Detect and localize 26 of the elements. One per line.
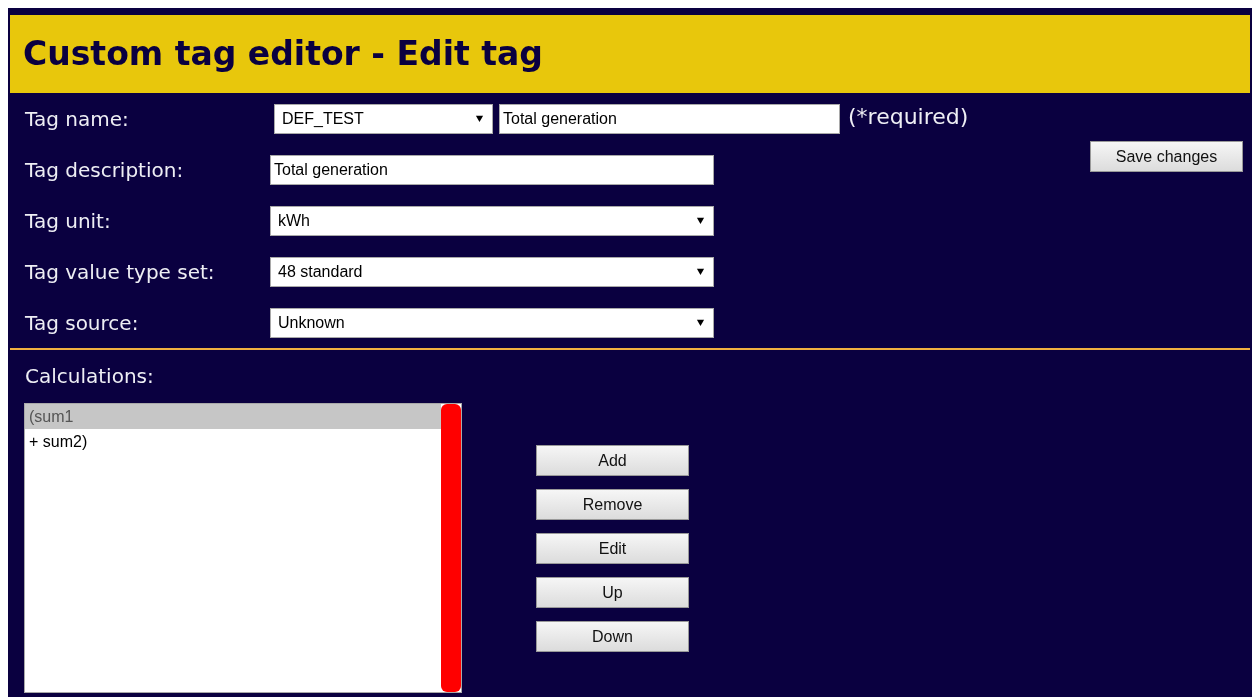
text-field[interactable]: Total generation <box>499 103 840 134</box>
field-label: Tag unit: <box>24 207 112 235</box>
action-button[interactable]: Add <box>536 445 689 476</box>
caret-icon <box>696 318 705 327</box>
action-button[interactable]: Edit <box>536 533 689 564</box>
field-label: Tag value type set: <box>24 258 216 286</box>
save-changes-button[interactable]: Save changes <box>1090 141 1243 172</box>
required-note: (*required) <box>848 103 969 131</box>
dropdown[interactable]: kWh <box>270 205 714 236</box>
dropdown[interactable]: 48 standard <box>270 256 714 287</box>
scrollbar-thumb[interactable] <box>441 404 461 692</box>
dropdown[interactable]: Unknown <box>270 307 714 338</box>
field-label: Tag description: <box>24 156 185 184</box>
page-title: Custom tag editor - Edit tag <box>23 33 543 76</box>
action-button[interactable]: Remove <box>536 489 689 520</box>
field-label: Tag name: <box>24 105 130 133</box>
caret-icon <box>696 216 705 225</box>
action-button[interactable]: Up <box>536 577 689 608</box>
text-field[interactable]: Total generation <box>270 154 714 185</box>
list-item[interactable]: (sum1 <box>25 404 441 429</box>
caret-icon <box>475 114 484 123</box>
caret-icon <box>696 267 705 276</box>
dropdown[interactable]: DEF_TEST <box>274 103 493 134</box>
action-button[interactable]: Down <box>536 621 689 652</box>
field-label: Tag source: <box>24 309 140 337</box>
section-label: Calculations: <box>24 363 155 390</box>
